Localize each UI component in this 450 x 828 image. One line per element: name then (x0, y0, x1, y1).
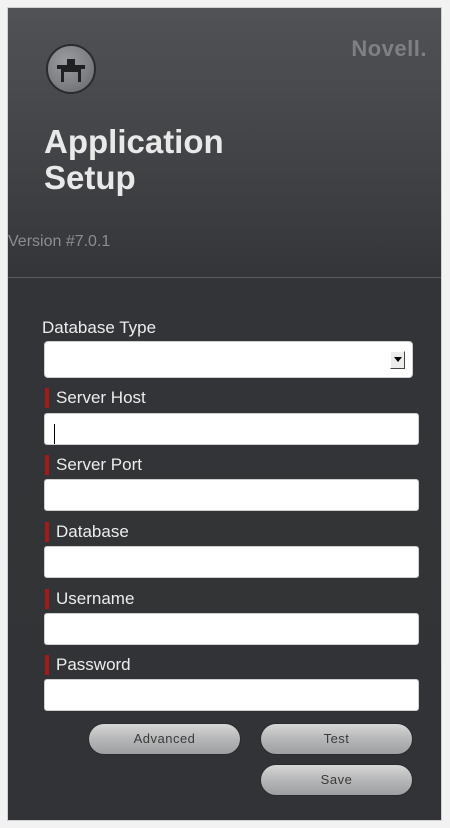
title-line-1: Application (44, 123, 224, 160)
password-label: Password (45, 655, 131, 675)
version-text: Version #7.0.1 (8, 233, 111, 250)
text-cursor (54, 424, 55, 444)
advanced-button[interactable]: Advanced (88, 723, 241, 755)
server-port-label: Server Port (45, 455, 142, 475)
username-input[interactable] (44, 613, 419, 645)
database-input[interactable] (44, 546, 419, 578)
password-input[interactable] (44, 679, 419, 711)
dropdown-arrow-icon[interactable] (390, 351, 405, 369)
page-title: Application Setup (44, 124, 224, 196)
title-line-2: Setup (44, 159, 136, 196)
save-button[interactable]: Save (260, 764, 413, 796)
setup-panel: Novell. Application Setup Version #7.0.1… (8, 8, 441, 820)
server-host-label: Server Host (45, 388, 146, 408)
database-type-select[interactable] (44, 341, 413, 378)
workstation-icon (46, 44, 96, 94)
header: Novell. Application Setup Version #7.0.1 (8, 8, 441, 278)
test-button[interactable]: Test (260, 723, 413, 755)
database-label: Database (45, 522, 129, 542)
server-host-input[interactable] (44, 413, 419, 445)
username-label: Username (45, 589, 134, 609)
server-port-input[interactable] (44, 479, 419, 511)
header-divider (8, 277, 441, 278)
database-type-label: Database Type (42, 318, 157, 337)
brand-logo-text: Novell. (351, 36, 427, 61)
